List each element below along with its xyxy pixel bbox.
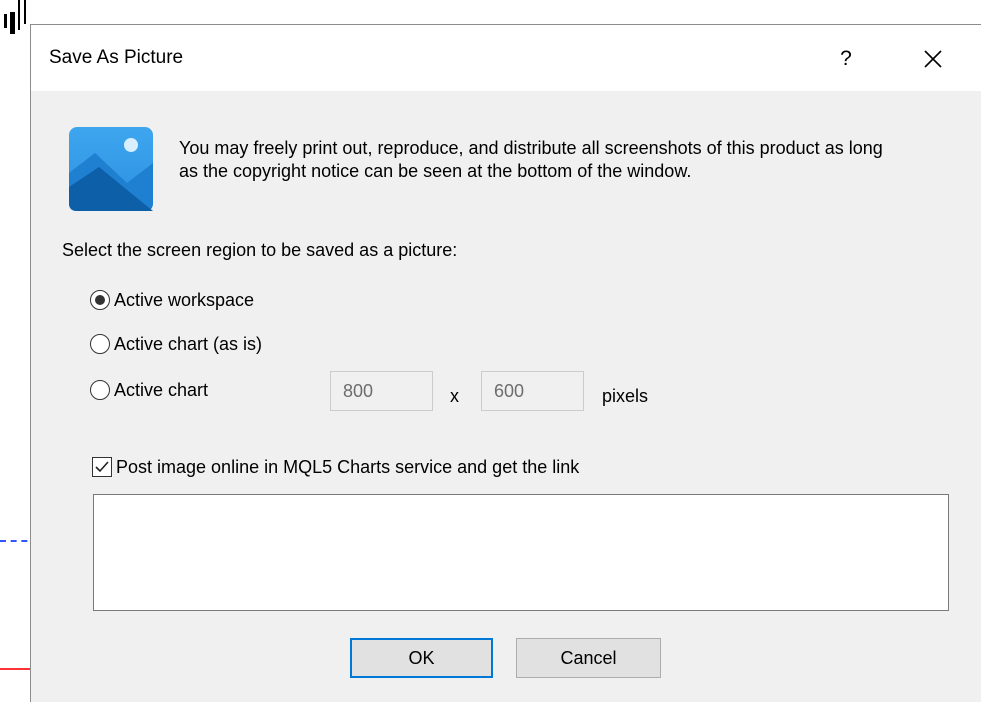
radio-active-chart-sized[interactable]: Active chart <box>90 377 208 403</box>
dialog-title: Save As Picture <box>49 47 184 68</box>
radio-active-chart-as-is[interactable]: Active chart (as is) <box>90 331 262 357</box>
radio-active-workspace[interactable]: Active workspace <box>90 287 254 313</box>
radio-label: Active chart (as is) <box>114 333 263 354</box>
link-output-field[interactable] <box>93 494 949 611</box>
post-online-checkbox[interactable] <box>92 457 112 477</box>
title-bar: Save As Picture ? <box>31 25 981 91</box>
chart-candle <box>24 0 26 24</box>
width-input[interactable] <box>330 371 433 411</box>
help-button[interactable]: ? <box>826 39 866 79</box>
pixels-label: pixels <box>602 386 649 406</box>
chart-candle <box>10 12 15 34</box>
radio-button-selected[interactable] <box>90 290 110 310</box>
radio-label: Active workspace <box>114 289 255 310</box>
cancel-button[interactable]: Cancel <box>516 638 661 678</box>
close-icon <box>924 50 942 68</box>
region-select-label: Select the screen region to be saved as … <box>62 240 458 260</box>
radio-dot <box>95 295 105 305</box>
post-online-checkbox-row[interactable]: Post image online in MQL5 Charts service… <box>92 454 579 480</box>
ok-button[interactable]: OK <box>350 638 493 678</box>
post-online-label: Post image online in MQL5 Charts service… <box>116 456 580 477</box>
chart-candle <box>4 14 7 28</box>
picture-icon <box>69 127 153 211</box>
radio-button[interactable] <box>90 380 110 400</box>
close-button[interactable] <box>911 39 955 79</box>
radio-button[interactable] <box>90 334 110 354</box>
times-label: x <box>450 386 459 406</box>
save-as-picture-dialog: Save As Picture ? You may freely print o… <box>30 24 981 702</box>
height-input[interactable] <box>481 371 584 411</box>
radio-label: Active chart <box>114 379 209 400</box>
checkmark-icon <box>95 461 109 473</box>
chart-candle <box>18 0 20 30</box>
copyright-notice: You may freely print out, reproduce, and… <box>179 138 883 181</box>
